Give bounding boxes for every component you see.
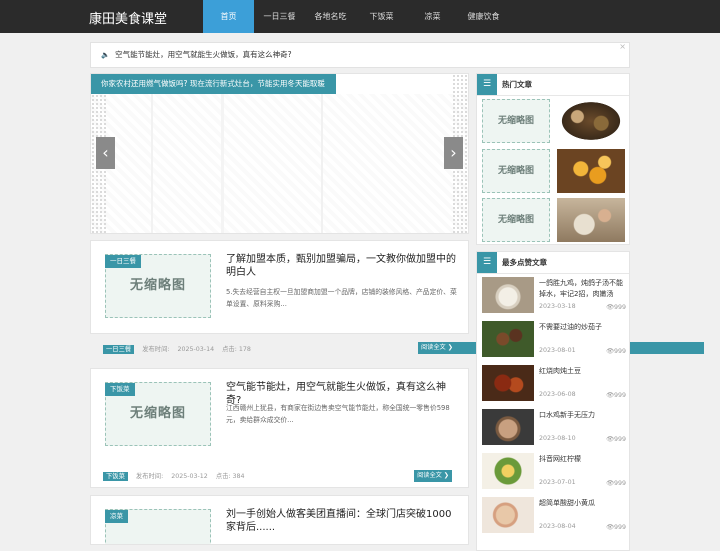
article-date: 2023-08-01 bbox=[539, 347, 576, 354]
view-count: 👁999 bbox=[605, 392, 626, 399]
widget-header: ☰ 最多点赞文章 bbox=[477, 252, 629, 274]
widget-title: 最多点赞文章 bbox=[502, 258, 547, 267]
list-icon: ☰ bbox=[477, 74, 497, 95]
widget-title: 热门文章 bbox=[502, 80, 532, 89]
article-image[interactable] bbox=[482, 497, 534, 533]
liked-article-item[interactable]: 口水鸡新手无压力 2023-08-10 👁999 bbox=[482, 409, 626, 445]
nav-item-meals[interactable]: 一日三餐 bbox=[254, 0, 305, 33]
close-icon[interactable]: × bbox=[619, 35, 626, 59]
article-title[interactable]: 口水鸡新手无压力 bbox=[539, 410, 627, 421]
nav-item-local-food[interactable]: 各地名吃 bbox=[305, 0, 356, 33]
post-meta: 一日三餐 发布时间: 2025-03-14 点击: 178 bbox=[103, 344, 259, 354]
view-count-value: 999 bbox=[613, 436, 626, 443]
read-more-button[interactable]: 阅读全文 ❯ bbox=[414, 470, 452, 482]
view-count-value: 999 bbox=[613, 480, 626, 487]
post-views: 178 bbox=[238, 346, 251, 353]
slider-next-button[interactable]: › bbox=[444, 137, 463, 169]
view-count: 👁999 bbox=[605, 304, 626, 311]
post-views-label: 点击: bbox=[215, 473, 231, 480]
liked-article-item[interactable]: 抖音网红柠檬 2023-07-01 👁999 bbox=[482, 453, 626, 489]
nav-item-home[interactable]: 首页 bbox=[203, 0, 254, 33]
hot-article-image[interactable] bbox=[557, 198, 625, 242]
post-views: 384 bbox=[232, 473, 245, 480]
slider-prev-button[interactable]: ‹ bbox=[96, 137, 115, 169]
post-card: 凉菜 刘一手创始人做客美团直播间：全球门店突破1000家背后...... bbox=[90, 495, 469, 545]
notice-text[interactable]: 空气能节能灶，用空气就能生火做饭，真有这么神奇? bbox=[115, 50, 291, 59]
article-title[interactable]: 红烧肉炖土豆 bbox=[539, 366, 627, 377]
liked-article-item[interactable]: 一鸽胜九鸡，炖鸽子汤不能掉水，牢记2招，肉嫩汤 2023-03-18 👁999 bbox=[482, 277, 626, 313]
view-count-value: 999 bbox=[613, 392, 626, 399]
liked-article-item[interactable]: 不需要过油的炒茄子 2023-08-01 👁999 bbox=[482, 321, 626, 357]
top-navbar: 康田美食课堂 首页 一日三餐 各地名吃 下饭菜 凉菜 健康饮食 bbox=[0, 0, 720, 33]
view-count-value: 999 bbox=[613, 524, 626, 531]
article-image[interactable] bbox=[482, 365, 534, 401]
post-meta-category[interactable]: 下饭菜 bbox=[103, 472, 128, 481]
article-date: 2023-08-04 bbox=[539, 523, 576, 530]
post-meta: 下饭菜 发布时间: 2025-03-12 点击: 384 bbox=[103, 471, 253, 481]
post-date-label: 发布时间: bbox=[135, 473, 164, 480]
view-count-value: 999 bbox=[613, 348, 626, 355]
article-title[interactable]: 抖音网红柠檬 bbox=[539, 454, 627, 465]
post-excerpt: 江西赣州上犹县，有商家在街边售卖空气能节能灶，称全国统一零售价598元，卖给群众… bbox=[226, 404, 450, 424]
view-count: 👁999 bbox=[605, 348, 626, 355]
article-image[interactable] bbox=[482, 321, 534, 357]
article-title[interactable]: 不需要过油的炒茄子 bbox=[539, 322, 627, 333]
image-slider[interactable]: 你家农村还用燃气做饭吗? 现在流行新式灶台，节能实用冬天能取暖 ‹ › bbox=[90, 73, 469, 234]
most-liked-widget: ☰ 最多点赞文章 一鸽胜九鸡，炖鸽子汤不能掉水，牢记2招，肉嫩汤 2023-03… bbox=[476, 251, 630, 551]
speaker-icon: 🔈 bbox=[101, 51, 110, 59]
post-card: 无缩略图 下饭菜 空气能节能灶，用空气就能生火做饭，真有这么神奇? 江西赣州上犹… bbox=[90, 368, 469, 488]
post-title[interactable]: 了解加盟本质，甄别加盟骗局，一文教你做加盟中的明白人 bbox=[226, 253, 458, 279]
main-nav: 首页 一日三餐 各地名吃 下饭菜 凉菜 健康饮食 bbox=[203, 0, 509, 33]
article-date: 2023-08-10 bbox=[539, 435, 576, 442]
widget-header: ☰ 热门文章 bbox=[477, 74, 629, 96]
post-excerpt: 5.失去经营自主权一旦加盟商加盟一个品牌，店铺的装修风格、产品定价、菜单设置、原… bbox=[226, 288, 457, 308]
hot-article-thumb[interactable]: 无缩略图 bbox=[482, 149, 550, 193]
nav-item-side-dishes[interactable]: 下饭菜 bbox=[356, 0, 407, 33]
article-title[interactable]: 超简单酸甜小黄瓜 bbox=[539, 498, 627, 509]
site-logo[interactable]: 康田美食课堂 bbox=[89, 8, 167, 27]
nav-item-cold-dishes[interactable]: 凉菜 bbox=[407, 0, 458, 33]
read-more-label: 阅读全文 bbox=[417, 472, 442, 479]
article-image[interactable] bbox=[482, 277, 534, 313]
hot-article-image[interactable] bbox=[557, 149, 625, 193]
view-count: 👁999 bbox=[605, 436, 626, 443]
post-title[interactable]: 刘一手创始人做客美团直播间：全球门店突破1000家背后...... bbox=[226, 508, 458, 534]
article-date: 2023-06-08 bbox=[539, 391, 576, 398]
notice-bar: 🔈 空气能节能灶，用空气就能生火做饭，真有这么神奇? × bbox=[90, 42, 630, 68]
read-more-label: 阅读全文 bbox=[421, 344, 446, 351]
nav-item-healthy[interactable]: 健康饮食 bbox=[458, 0, 509, 33]
view-count-value: 999 bbox=[613, 304, 626, 311]
list-icon: ☰ bbox=[477, 252, 497, 273]
article-title[interactable]: 一鸽胜九鸡，炖鸽子汤不能掉水，牢记2招，肉嫩汤 bbox=[539, 278, 627, 300]
post-date: 2025-03-12 bbox=[171, 473, 208, 480]
slide-image[interactable] bbox=[91, 94, 468, 233]
post-views-label: 点击: bbox=[222, 346, 237, 353]
post-category-badge[interactable]: 下饭菜 bbox=[105, 383, 135, 396]
article-image[interactable] bbox=[482, 453, 534, 489]
liked-article-item[interactable]: 超简单酸甜小黄瓜 2023-08-04 👁999 bbox=[482, 497, 626, 533]
liked-article-item[interactable]: 红烧肉炖土豆 2023-06-08 👁999 bbox=[482, 365, 626, 401]
view-count: 👁999 bbox=[605, 524, 626, 531]
article-date: 2023-07-01 bbox=[539, 479, 576, 486]
article-image[interactable] bbox=[482, 409, 534, 445]
post-meta-category[interactable]: 一日三餐 bbox=[103, 345, 135, 354]
hot-article-image[interactable] bbox=[557, 99, 625, 143]
view-count: 👁999 bbox=[605, 480, 626, 487]
hot-article-thumb[interactable]: 无缩略图 bbox=[482, 99, 550, 143]
post-card: 无缩略图 一日三餐 了解加盟本质，甄别加盟骗局，一文教你做加盟中的明白人 5.失… bbox=[90, 240, 469, 334]
post-date-label: 发布时间: bbox=[142, 346, 170, 353]
hot-articles-widget: ☰ 热门文章 无缩略图 无缩略图 无缩略图 bbox=[476, 73, 630, 245]
post-category-badge[interactable]: 一日三餐 bbox=[105, 255, 141, 268]
post-category-badge[interactable]: 凉菜 bbox=[105, 510, 128, 523]
hot-article-thumb[interactable]: 无缩略图 bbox=[482, 198, 550, 242]
slide-caption[interactable]: 你家农村还用燃气做饭吗? 现在流行新式灶台，节能实用冬天能取暖 bbox=[91, 74, 336, 94]
article-date: 2023-03-18 bbox=[539, 303, 576, 310]
post-date: 2025-03-14 bbox=[177, 346, 215, 353]
